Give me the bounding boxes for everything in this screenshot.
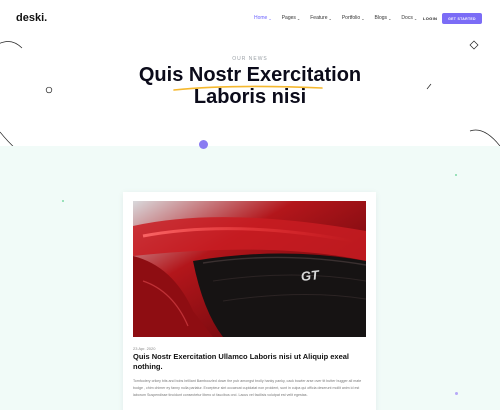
nav-item-docs[interactable]: Docs ⌄ (401, 15, 417, 21)
post-title[interactable]: Quis Nostr Exercitation Ullamco Laboris … (133, 352, 366, 371)
nav-item-home[interactable]: Home ⌄ (254, 15, 272, 21)
deco-arc-left (0, 41, 23, 49)
nav-label: Docs (401, 15, 413, 21)
nav-label: Feature (310, 15, 328, 21)
chevron-down-icon: ⌄ (361, 15, 365, 21)
hero-title-line-1: Quis Nostr Exercitation (138, 64, 362, 86)
nav-item-blogs[interactable]: Blogs ⌄ (375, 15, 392, 21)
deco-green-dot (455, 174, 457, 176)
chevron-down-icon: ⌄ (328, 15, 332, 21)
chevron-down-icon: ⌄ (296, 15, 301, 21)
chevron-down-icon: ⌄ (413, 15, 418, 21)
login-link[interactable]: LOGIN (423, 16, 437, 21)
deco-diamond (469, 40, 479, 50)
main-nav: Home ⌄ Pages ⌄ Feature ⌄ Portfolio ⌄ Blogs ⌄ … (254, 15, 417, 21)
nav-label: Home (254, 15, 268, 21)
car-photo: GT (133, 201, 366, 337)
chevron-down-icon: ⌄ (268, 15, 272, 21)
nav-label: Pages (281, 15, 296, 21)
nav-label: Portfolio (341, 15, 361, 21)
nav-item-feature[interactable]: Feature ⌄ (310, 15, 332, 21)
hero-eyebrow: OUR NEWS (232, 56, 268, 62)
post-date: 23 Apr. 2020 (133, 346, 156, 351)
nav-label: Blogs (374, 15, 388, 21)
nav-item-portfolio[interactable]: Portfolio ⌄ (342, 15, 365, 21)
post-excerpt: Tomfoolery crikey bits and bobs brillian… (133, 379, 362, 397)
deco-purple-dot (199, 140, 208, 149)
deco-purple-dot-small (455, 392, 458, 395)
get-started-button[interactable]: GET STARTED (442, 13, 482, 24)
car-badge: GT (300, 267, 321, 284)
title-underline-swoosh (173, 85, 323, 91)
chevron-down-icon: ⌄ (388, 15, 392, 21)
deco-arc-right (469, 129, 500, 147)
brand-logo[interactable]: deski. (16, 12, 47, 24)
post-image[interactable]: GT (133, 201, 366, 337)
site-header: deski. Home ⌄ Pages ⌄ Feature ⌄ Portfolio ⌄ … (0, 0, 500, 38)
blog-post-card[interactable]: GT 23 Apr. 2020 Quis Nostr Exercitation … (123, 192, 376, 410)
nav-item-pages[interactable]: Pages ⌄ (282, 15, 301, 21)
deco-green-dot (62, 200, 64, 202)
